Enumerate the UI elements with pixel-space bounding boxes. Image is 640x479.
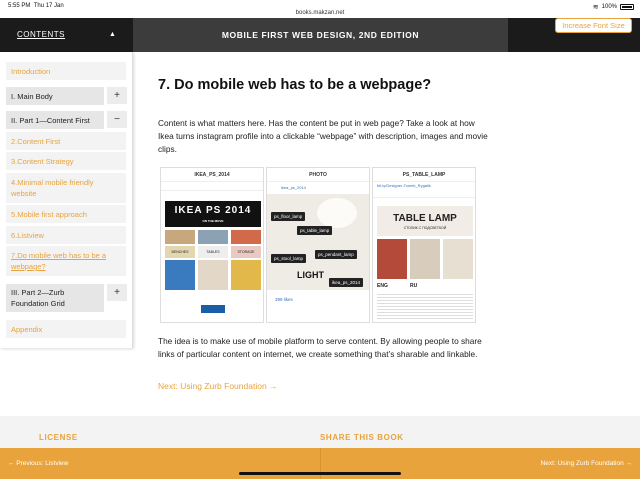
contents-toggle[interactable]: CONTENTS ▲ — [0, 18, 133, 52]
photo-tag[interactable]: ps_floor_lamp — [271, 212, 306, 221]
wifi-icon: ≋ — [592, 4, 599, 11]
expand-main-body-button[interactable]: + — [107, 87, 127, 104]
photo-tile — [377, 239, 407, 279]
toc-item-appendix[interactable]: Appendix — [6, 320, 126, 338]
book-title: MOBILE FIRST WEB DESIGN, 2ND EDITION — [221, 30, 420, 40]
photo-tag[interactable]: ps_pendant_lamp — [315, 250, 357, 259]
license-heading[interactable]: LICENSE — [39, 433, 78, 442]
next-chapter-button[interactable]: Next: Using Zurb Foundation → — [541, 460, 632, 467]
phone-screen-lamp: PS_TABLE_LAMP bit.ly/Designer-Tomek_Ryga… — [372, 167, 476, 323]
photo-tag[interactable]: ps_table_lamp — [297, 226, 333, 235]
lang-ru: RU — [410, 283, 418, 289]
toc-item-content-strategy[interactable]: 3.Content Strategy — [6, 152, 126, 170]
photo-header: PHOTO — [267, 168, 369, 182]
lamp-header: PS_TABLE_LAMP — [373, 168, 475, 182]
profile-icon-row — [161, 183, 263, 191]
battery-percent: 100% — [601, 4, 617, 10]
likes-count: 399 likes — [275, 297, 293, 302]
photo-tile — [410, 239, 440, 279]
next-chapter-link[interactable]: Next: Using Zurb Foundation → — [158, 381, 278, 391]
lamp-icon-row — [373, 190, 475, 198]
status-time: 5:55 PM Thu 17 Jan — [8, 3, 64, 9]
photo-tile — [198, 230, 228, 244]
photo-label: TABLES — [198, 246, 228, 258]
status-bar: 5:55 PM Thu 17 Jan books.makzan.net ≋ 10… — [0, 0, 640, 18]
toc-item-current-chapter[interactable]: 7.Do mobile web has to be a webpage? — [6, 246, 126, 276]
toc-item-introduction[interactable]: Introduction — [6, 62, 126, 80]
phone-screen-photo: PHOTO ikea_ps_2014 ps_floor_lamp ps_tabl… — [266, 167, 370, 323]
contents-label[interactable]: CONTENTS — [17, 30, 65, 39]
ikea-banner: IKEA PS 2014 ON THE MOVE — [165, 201, 261, 227]
photo-tag[interactable]: ikea_ps_2014 — [329, 278, 364, 287]
paragraph-intro: Content is what matters here. Has the co… — [158, 118, 488, 154]
book-header: CONTENTS ▲ MOBILE FIRST WEB DESIGN, 2ND … — [0, 18, 640, 52]
toc-part-main-body[interactable]: I. Main Body — [6, 87, 104, 105]
expand-part-2-button[interactable]: + — [107, 284, 127, 301]
caret-up-icon[interactable]: ▲ — [109, 31, 116, 38]
photo-tile — [198, 260, 228, 290]
increase-font-size-button[interactable]: Increase Font Size — [555, 18, 632, 33]
status-right: ≋ 100% — [593, 3, 634, 11]
instagram-screenshots: IKEA_PS_2014 IKEA PS 2014 ON THE MOVE BE… — [160, 167, 476, 323]
phone-screen-profile: IKEA_PS_2014 IKEA PS 2014 ON THE MOVE BE… — [160, 167, 264, 323]
toc-part-1[interactable]: II. Part 1—Content First — [6, 111, 104, 129]
ikea-logo — [201, 305, 225, 313]
light-text: LIGHT — [297, 270, 324, 280]
collapse-part-1-button[interactable]: − — [107, 111, 127, 128]
previous-chapter-button[interactable]: ← Previous: Listview — [8, 460, 68, 467]
profile-header: IKEA_PS_2014 — [161, 168, 263, 182]
toc-item-minimal-mobile[interactable]: 4.Minimal mobile friendly website — [6, 173, 126, 203]
toc-part-2[interactable]: III. Part 2—Zurb Foundation Grid — [6, 284, 104, 312]
photo-username: ikea_ps_2014 — [281, 185, 306, 190]
lamp-link[interactable]: bit.ly/Designer-Tomek_Rygalik — [377, 183, 431, 188]
photo-tile — [231, 230, 261, 244]
share-heading[interactable]: SHARE THIS BOOK — [320, 433, 404, 442]
table-of-contents: Introduction I. Main Body + II. Part 1—C… — [0, 52, 133, 348]
table-lamp-banner: TABLE LAMP СТОЛИК С ПОДСВЕТКОЙ — [377, 206, 473, 236]
photo-tile — [231, 260, 261, 290]
battery-icon — [620, 4, 634, 10]
lang-eng: ENG — [377, 283, 388, 289]
chapter-title: 7. Do mobile web has to be a webpage? — [158, 77, 432, 93]
photo-tag[interactable]: ps_stool_lamp — [271, 254, 307, 263]
home-indicator[interactable] — [239, 472, 401, 475]
lamp-description — [377, 292, 473, 320]
photo-tile — [165, 260, 195, 290]
paragraph-idea: The idea is to make use of mobile platfo… — [158, 336, 482, 359]
address-bar-url[interactable]: books.makzan.net — [0, 10, 640, 16]
lamp-shade — [317, 198, 357, 228]
toc-item-content-first[interactable]: 2.Content First — [6, 132, 126, 150]
toc-item-mobile-first[interactable]: 5.Mobile first approach — [6, 205, 126, 223]
toc-item-listview[interactable]: 6.Listview — [6, 226, 126, 244]
photo-label: STORAGE — [231, 246, 261, 258]
photo-label: BENCHES — [165, 246, 195, 258]
footer: LICENSE SHARE THIS BOOK — [0, 416, 640, 448]
photo-tile — [165, 230, 195, 244]
photo-tile — [443, 239, 473, 279]
